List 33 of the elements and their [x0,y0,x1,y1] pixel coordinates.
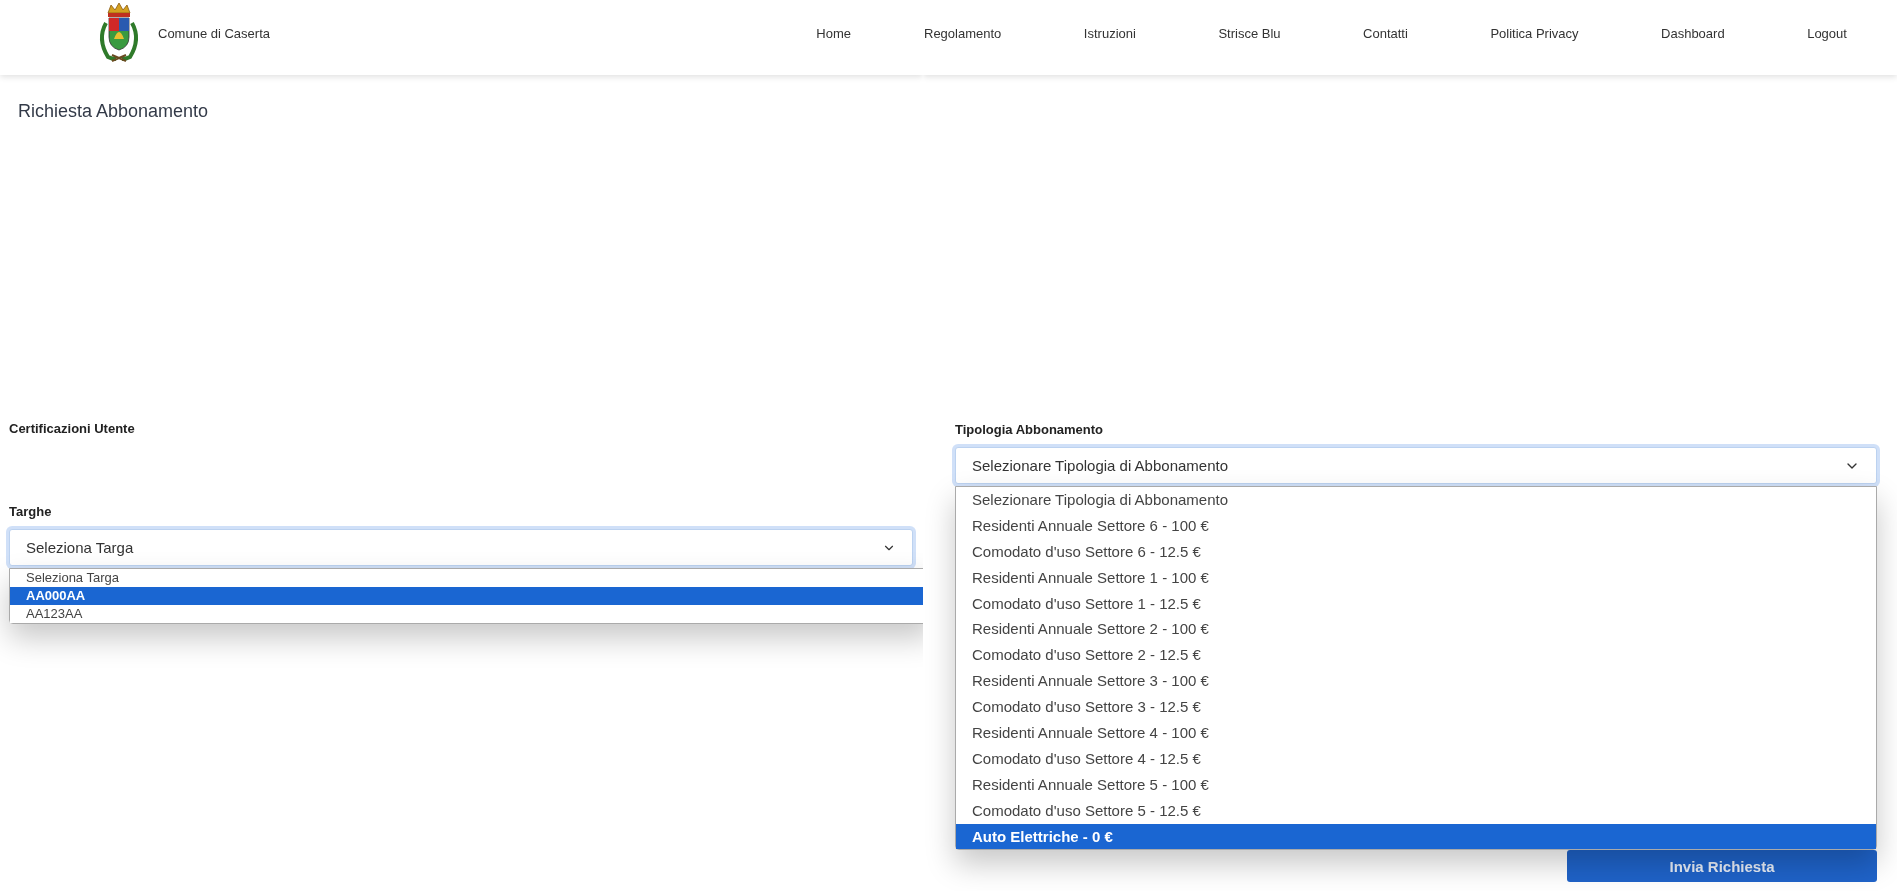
dropdown-option[interactable]: Residenti Annuale Settore 5 - 100 € [956,771,1876,798]
dropdown-option[interactable]: Residenti Annuale Settore 4 - 100 € [956,720,1876,746]
nav-link[interactable]: Strisce Blu [1218,26,1281,41]
dropdown-option[interactable]: Comodato d'uso Settore 4 - 12.5 € [956,745,1876,772]
plate-select[interactable]: Seleziona Targa [9,529,913,566]
dropdown-option[interactable]: Comodato d'uso Settore 2 - 12.5 € [956,642,1876,669]
dropdown-option[interactable]: Residenti Annuale Settore 1 - 100 € [956,564,1876,591]
dropdown-option[interactable]: Comodato d'uso Settore 6 - 12.5 € [956,538,1876,565]
dropdown-option[interactable]: Seleziona Targa [10,569,923,587]
dropdown-option[interactable]: Comodato d'uso Settore 3 - 12.5 € [956,694,1876,720]
section-label: Certificazioni Utente [9,421,136,436]
dropdown-option[interactable]: Comodato d'uso Settore 5 - 12.5 € [956,797,1876,824]
site-title: Comune di Caserta [158,26,270,41]
page-title: Richiesta Abbonamento [18,101,210,122]
field-label: Targhe [9,504,53,519]
nav-link[interactable]: Politica Privacy [1490,26,1579,41]
dropdown-option[interactable]: Residenti Annuale Settore 2 - 100 € [956,616,1876,643]
dropdown-option[interactable]: AA000AA [10,587,923,605]
nav-link[interactable]: Istruzioni [1083,26,1136,41]
dropdown-option[interactable]: Residenti Annuale Settore 3 - 100 € [956,668,1876,695]
dropdown-option[interactable]: Auto Elettriche - 0 € [956,823,1876,850]
dropdown-option[interactable]: Comodato d'uso Settore 1 - 12.5 € [956,590,1876,617]
nav-link[interactable]: Contatti [1363,26,1408,41]
dropdown-option[interactable]: AA123AA [10,605,923,623]
subscription-select[interactable]: Selezionare Tipologia di Abbonamento [955,447,1877,484]
field-label: Tipologia Abbonamento [955,422,1105,437]
dropdown-option[interactable]: Selezionare Tipologia di Abbonamento [956,487,1876,513]
nav-link[interactable]: Dashboard [1661,26,1725,41]
nav-link[interactable]: Home [816,26,851,41]
nav-link[interactable]: Regolamento [924,26,1002,41]
nav-link[interactable]: Logout [1807,26,1847,41]
submit-button[interactable]: Invia Richiesta [1567,850,1877,882]
dropdown-option[interactable]: Residenti Annuale Settore 6 - 100 € [956,512,1876,539]
